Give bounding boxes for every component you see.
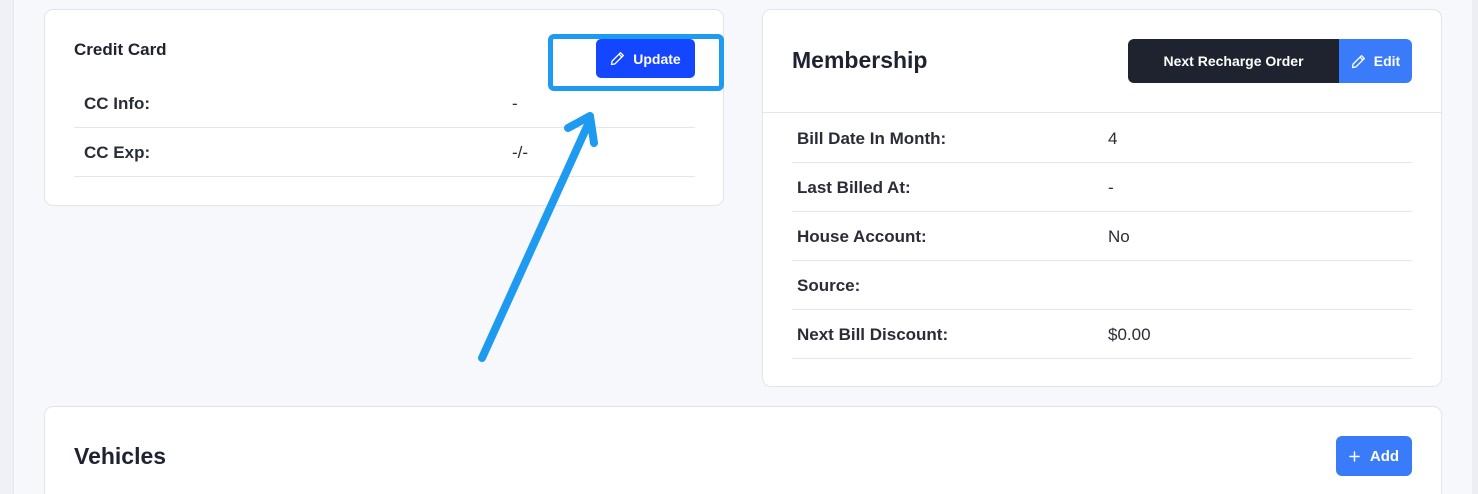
left-edge-divider bbox=[0, 0, 14, 494]
house-account-row: House Account: No bbox=[792, 212, 1412, 261]
next-bill-discount-label: Next Bill Discount: bbox=[797, 325, 949, 344]
next-recharge-order-button[interactable]: Next Recharge Order bbox=[1128, 39, 1339, 83]
next-bill-discount-row: Next Bill Discount: $0.00 bbox=[792, 310, 1412, 359]
vehicles-panel: Vehicles Add bbox=[44, 406, 1442, 494]
cc-info-value: - bbox=[512, 94, 518, 113]
house-account-value: No bbox=[1108, 227, 1130, 246]
cc-info-row: CC Info: - bbox=[74, 79, 695, 128]
bill-date-row: Bill Date In Month: 4 bbox=[792, 114, 1412, 163]
cc-info-label: CC Info: bbox=[84, 94, 151, 113]
vehicles-title: Vehicles bbox=[74, 443, 167, 469]
next-bill-discount-value: $0.00 bbox=[1108, 325, 1151, 344]
membership-panel: Membership Next Recharge Order Edit Bill… bbox=[762, 9, 1442, 387]
pencil-icon bbox=[1351, 54, 1366, 69]
membership-details: Bill Date In Month: 4 Last Billed At: - … bbox=[792, 114, 1412, 359]
membership-title: Membership bbox=[792, 47, 928, 73]
bill-date-label: Bill Date In Month: bbox=[797, 129, 947, 148]
last-billed-row: Last Billed At: - bbox=[792, 163, 1412, 212]
add-vehicle-button[interactable]: Add bbox=[1336, 436, 1412, 476]
source-label: Source: bbox=[797, 276, 861, 295]
bill-date-value: 4 bbox=[1108, 129, 1118, 148]
credit-card-panel: Credit Card Update CC Info: - CC Exp: -/… bbox=[44, 9, 724, 206]
source-row: Source: bbox=[792, 261, 1412, 310]
edit-membership-button[interactable]: Edit bbox=[1339, 39, 1412, 83]
page: Credit Card Update CC Info: - CC Exp: -/… bbox=[0, 0, 1478, 494]
last-billed-value: - bbox=[1108, 178, 1114, 197]
pencil-icon bbox=[610, 51, 625, 66]
add-button-label: Add bbox=[1369, 447, 1400, 465]
cc-exp-value: -/- bbox=[512, 143, 529, 162]
house-account-label: House Account: bbox=[797, 227, 927, 246]
scrollbar-track[interactable] bbox=[1472, 0, 1478, 494]
cc-exp-row: CC Exp: -/- bbox=[74, 128, 695, 177]
plus-icon bbox=[1349, 450, 1360, 462]
update-button-label: Update bbox=[633, 50, 681, 67]
credit-card-title: Credit Card bbox=[74, 40, 167, 59]
last-billed-label: Last Billed At: bbox=[797, 178, 911, 197]
cc-exp-label: CC Exp: bbox=[84, 143, 151, 162]
update-credit-card-button[interactable]: Update bbox=[596, 39, 695, 78]
credit-card-details: CC Info: - CC Exp: -/- bbox=[74, 79, 695, 177]
edit-button-label: Edit bbox=[1373, 53, 1401, 69]
membership-header: Membership Next Recharge Order Edit bbox=[763, 10, 1441, 113]
